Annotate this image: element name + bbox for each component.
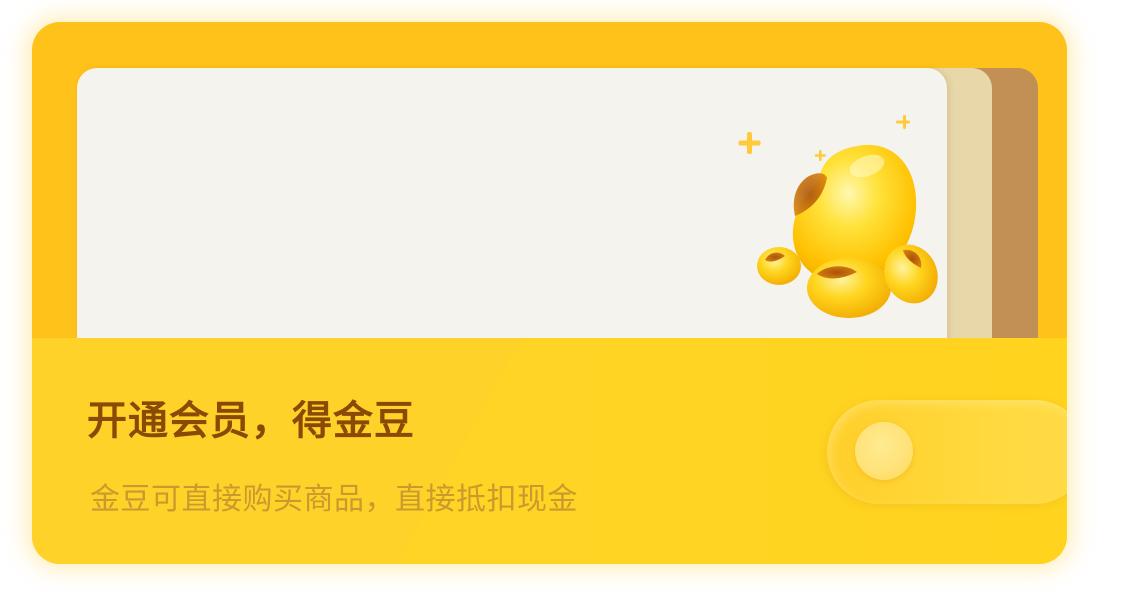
- wallet-pocket: 开通会员，得金豆 金豆可直接购买商品，直接抵扣现金: [32, 338, 1067, 564]
- wallet-clasp[interactable]: [827, 400, 1067, 504]
- golden-beans-icon: [738, 115, 938, 318]
- wallet-clasp-button[interactable]: [855, 422, 913, 480]
- promo-title: 开通会员，得金豆: [87, 398, 415, 444]
- member-wallet-card[interactable]: 开通会员，得金豆 金豆可直接购买商品，直接抵扣现金: [32, 22, 1067, 564]
- promo-subtitle: 金豆可直接购买商品，直接抵扣现金: [90, 482, 578, 517]
